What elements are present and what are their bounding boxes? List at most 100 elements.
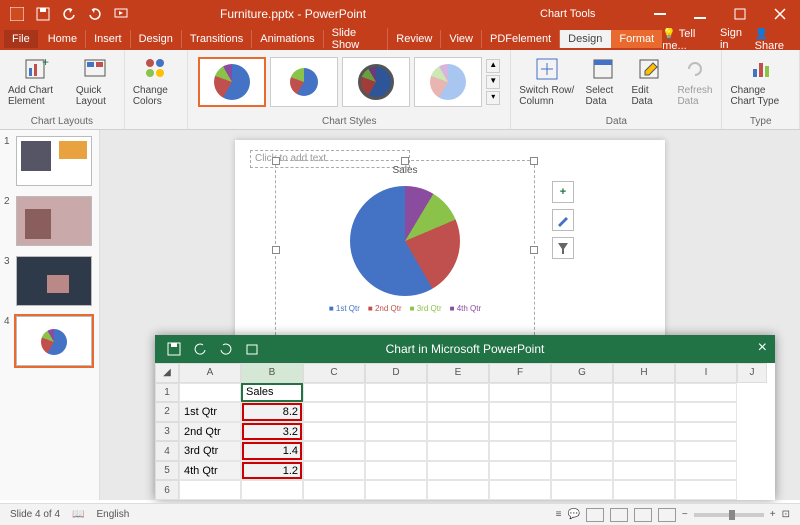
excel-open-icon[interactable] [243, 340, 261, 358]
change-chart-type-button[interactable]: Change Chart Type [728, 53, 793, 109]
group-colors: Change Colors [125, 50, 188, 129]
quick-access-toolbar [0, 5, 138, 23]
share-button[interactable]: 👤 Share [755, 27, 794, 52]
col-C[interactable]: C [303, 363, 365, 383]
thumbnail-2[interactable] [16, 196, 92, 246]
cell-B1[interactable]: Sales [241, 383, 303, 403]
edit-data-button[interactable]: Edit Data [629, 53, 669, 109]
switch-row-column-button[interactable]: Switch Row/ Column [517, 53, 577, 109]
chart-object[interactable]: Sales 1st Qtr 2nd Qtr 3rd Qtr 4th Qtr + [275, 160, 535, 340]
tab-review[interactable]: Review [388, 30, 441, 48]
quick-layout-button[interactable]: Quick Layout [74, 53, 118, 109]
col-B[interactable]: B [241, 363, 303, 383]
col-H[interactable]: H [613, 363, 675, 383]
change-colors-button[interactable]: Change Colors [131, 53, 181, 109]
tab-pdfelement[interactable]: PDFelement [482, 30, 560, 48]
chart-legend[interactable]: 1st Qtr 2nd Qtr 3rd Qtr 4th Qtr [276, 304, 534, 313]
cell-B3[interactable]: 3.2 [241, 422, 303, 442]
spell-check-icon[interactable]: 📖 [72, 509, 84, 520]
thumbnail-1[interactable] [16, 136, 92, 186]
app-icon [8, 5, 26, 23]
language-indicator[interactable]: English [97, 509, 130, 520]
col-I[interactable]: I [675, 363, 737, 383]
minimize-icon[interactable] [680, 0, 720, 28]
col-F[interactable]: F [489, 363, 551, 383]
select-all-corner[interactable]: ◢ [155, 363, 179, 383]
zoom-out-icon[interactable]: − [682, 509, 688, 520]
col-E[interactable]: E [427, 363, 489, 383]
group-type: Change Chart Type Type [722, 50, 800, 129]
spreadsheet-grid[interactable]: ◢ A B C D E F G H I J 1Sales 21st Qtr8.2… [155, 363, 775, 500]
tab-design[interactable]: Design [131, 30, 182, 48]
thumbnail-4[interactable] [16, 316, 92, 366]
add-chart-element-button[interactable]: +Add Chart Element [6, 53, 68, 109]
excel-titlebar: Chart in Microsoft PowerPoint × [155, 335, 775, 363]
col-D[interactable]: D [365, 363, 427, 383]
maximize-icon[interactable] [720, 0, 760, 28]
cell-A5[interactable]: 4th Qtr [179, 461, 241, 481]
tab-chart-design[interactable]: Design [560, 30, 611, 48]
gallery-more-icon[interactable]: ▾ [486, 91, 500, 105]
col-J[interactable]: J [737, 363, 767, 383]
chart-style-4[interactable] [414, 57, 482, 107]
reading-view-icon[interactable] [634, 508, 652, 522]
tab-insert[interactable]: Insert [86, 30, 131, 48]
chart-style-1[interactable] [198, 57, 266, 107]
excel-undo-icon[interactable] [191, 340, 209, 358]
cell-A4[interactable]: 3rd Qtr [179, 441, 241, 461]
sign-in[interactable]: Sign in [720, 27, 749, 51]
normal-view-icon[interactable] [586, 508, 604, 522]
slide-thumbnails[interactable]: 1 2 3 4 [0, 130, 100, 500]
cell-B5[interactable]: 1.2 [241, 461, 303, 481]
fit-to-window-icon[interactable]: ⊡ [782, 509, 790, 520]
gallery-up-icon[interactable]: ▲ [486, 59, 500, 73]
tab-transitions[interactable]: Transitions [182, 30, 252, 48]
zoom-slider[interactable] [694, 513, 764, 517]
chart-elements-icon[interactable]: + [552, 181, 574, 203]
slideshow-view-icon[interactable] [658, 508, 676, 522]
gallery-down-icon[interactable]: ▼ [486, 75, 500, 89]
chart-styles-icon[interactable] [552, 209, 574, 231]
group-chart-layouts: +Add Chart Element Quick Layout Chart La… [0, 50, 125, 129]
start-slideshow-icon[interactable] [112, 5, 130, 23]
cell-A1[interactable] [179, 383, 241, 403]
thumbnail-3[interactable] [16, 256, 92, 306]
sorter-view-icon[interactable] [610, 508, 628, 522]
select-data-button[interactable]: Select Data [583, 53, 623, 109]
tab-file[interactable]: File [4, 30, 38, 48]
tell-me[interactable]: 💡 Tell me... [662, 27, 714, 52]
group-chart-styles: ▲ ▼ ▾ Chart Styles [188, 50, 511, 129]
save-icon[interactable] [34, 5, 52, 23]
cell-B4[interactable]: 1.4 [241, 441, 303, 461]
col-G[interactable]: G [551, 363, 613, 383]
undo-icon[interactable] [60, 5, 78, 23]
tab-home[interactable]: Home [40, 30, 86, 48]
excel-close-icon[interactable]: × [758, 339, 767, 357]
slide-indicator[interactable]: Slide 4 of 4 [10, 509, 60, 520]
col-A[interactable]: A [179, 363, 241, 383]
document-title: Furniture.pptx - PowerPoint [220, 7, 366, 21]
excel-caption: Chart in Microsoft PowerPoint [386, 342, 545, 356]
refresh-data-button[interactable]: Refresh Data [675, 53, 715, 109]
status-bar: Slide 4 of 4 📖 English ≡ 💬 − + ⊡ [0, 503, 800, 525]
ribbon-options-icon[interactable] [640, 0, 680, 28]
tab-chart-format[interactable]: Format [611, 30, 662, 48]
redo-icon[interactable] [86, 5, 104, 23]
pie-chart[interactable] [350, 186, 460, 296]
tab-animations[interactable]: Animations [252, 30, 323, 48]
cell-A3[interactable]: 2nd Qtr [179, 422, 241, 442]
zoom-in-icon[interactable]: + [770, 509, 776, 520]
comments-button[interactable]: 💬 [567, 509, 579, 520]
chart-filters-icon[interactable] [552, 237, 574, 259]
group-data: Switch Row/ Column Select Data Edit Data… [511, 50, 722, 129]
chart-data-editor: Chart in Microsoft PowerPoint × ◢ A B C … [155, 335, 775, 500]
notes-button[interactable]: ≡ [556, 509, 562, 520]
cell-A2[interactable]: 1st Qtr [179, 402, 241, 422]
cell-B2[interactable]: 8.2 [241, 402, 303, 422]
chart-style-2[interactable] [270, 57, 338, 107]
excel-redo-icon[interactable] [217, 340, 235, 358]
tab-view[interactable]: View [441, 30, 482, 48]
excel-save-icon[interactable] [165, 340, 183, 358]
close-icon[interactable] [760, 0, 800, 28]
chart-style-3[interactable] [342, 57, 410, 107]
